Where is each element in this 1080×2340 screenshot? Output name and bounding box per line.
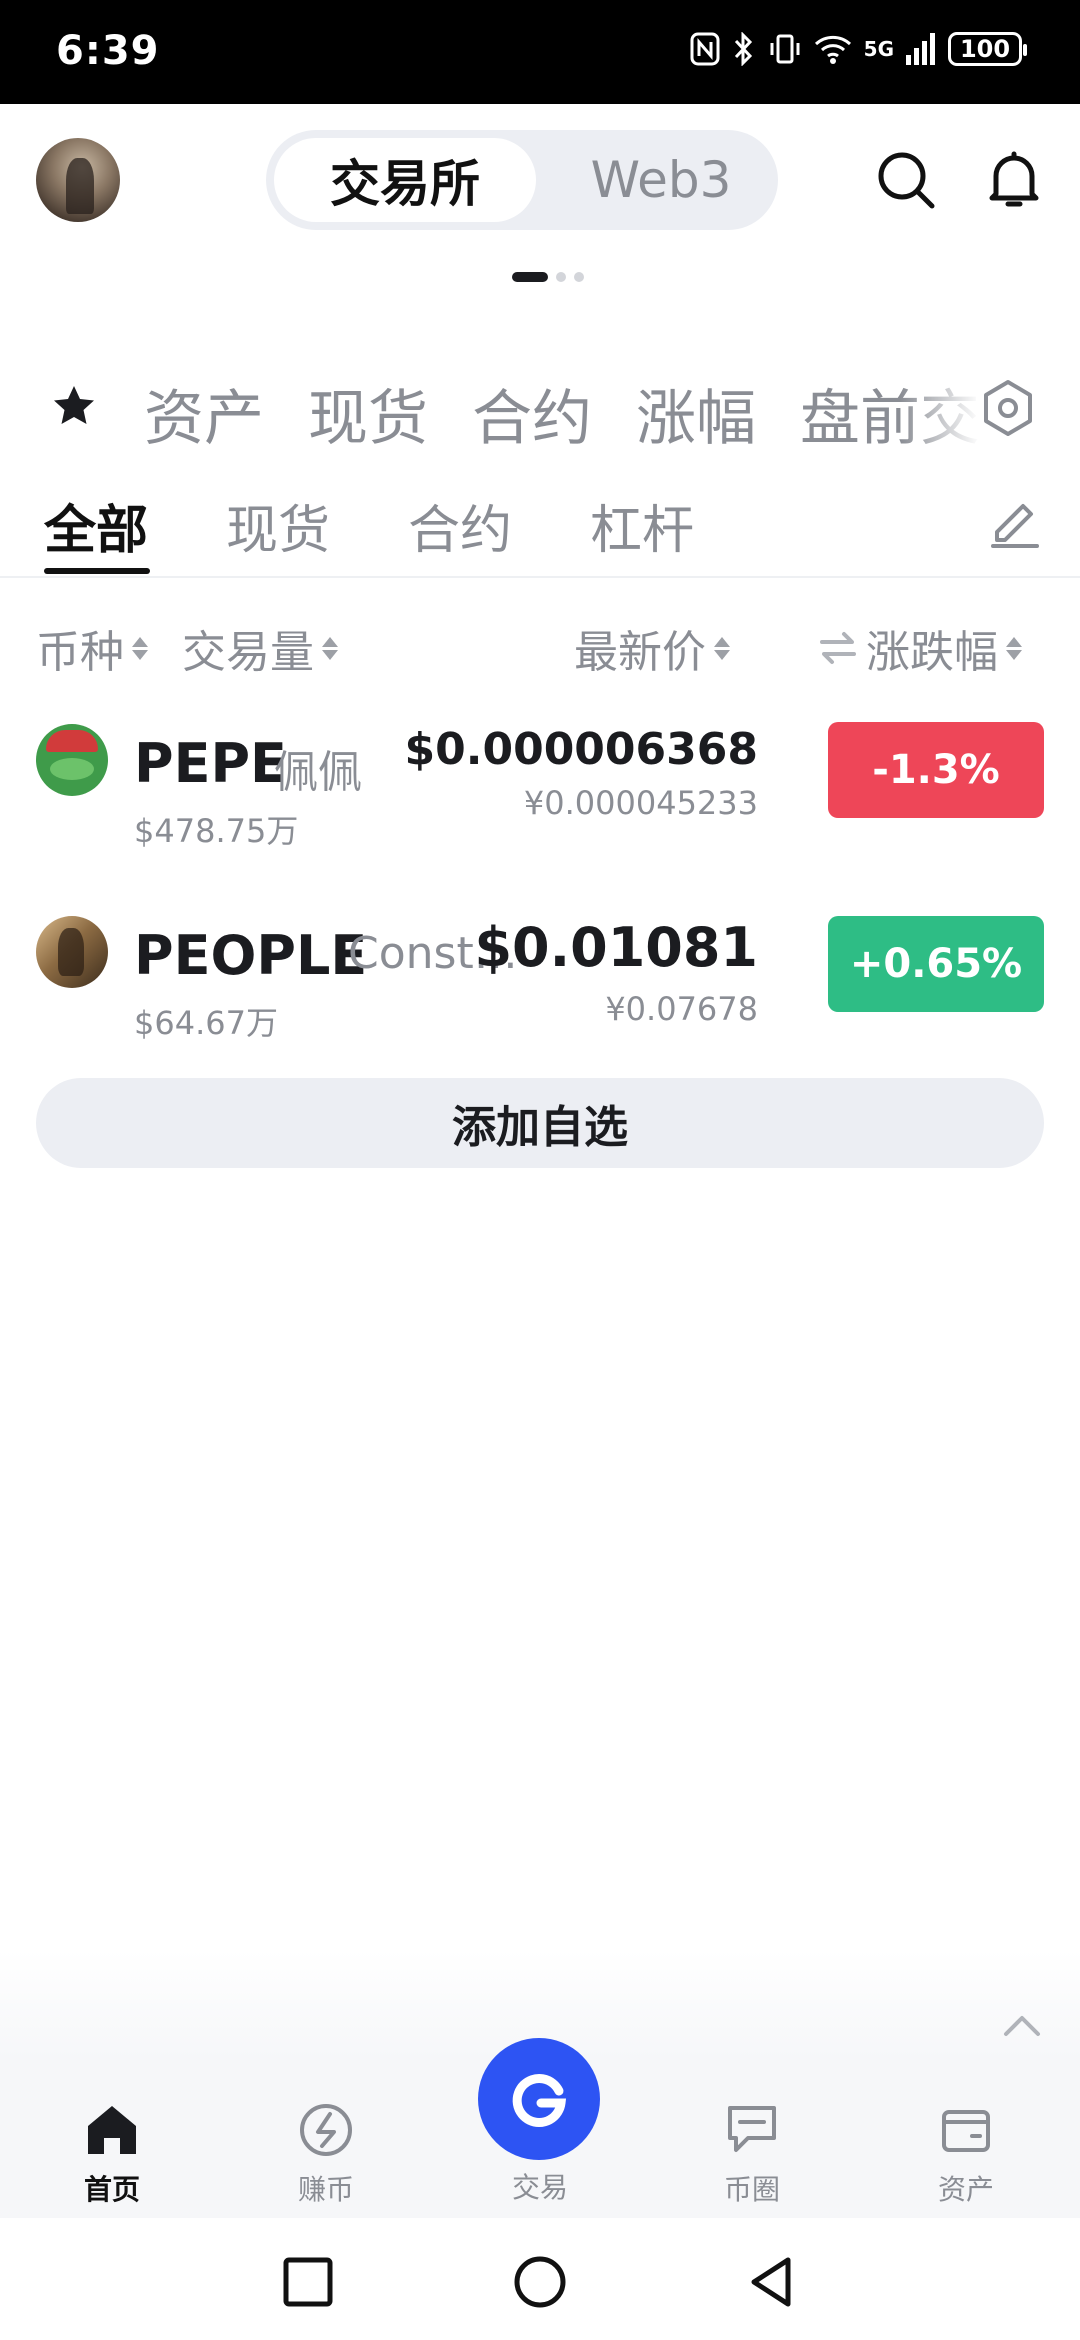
nfc-icon: [690, 32, 720, 66]
home-button-icon[interactable]: [512, 2254, 568, 2310]
trade-button[interactable]: [478, 2038, 600, 2160]
sort-volume[interactable]: 交易量: [182, 616, 338, 680]
active-tab-underline: [44, 568, 150, 574]
star-icon[interactable]: [50, 382, 98, 430]
swap-icon[interactable]: [818, 630, 858, 666]
nav-community[interactable]: 币圈: [682, 2100, 822, 2208]
chevron-up-icon[interactable]: [1002, 2012, 1042, 2038]
battery-indicator: 100: [948, 32, 1027, 66]
sort-arrows-icon: [714, 636, 730, 660]
sort-arrows-icon: [1006, 636, 1022, 660]
back-icon[interactable]: [744, 2254, 800, 2310]
col-volume-label: 交易量: [182, 627, 314, 678]
category-tabs: 资产 现货 合约 涨幅 盘前交: [0, 360, 1080, 454]
coin-price-cny: ¥0.000045233: [523, 784, 758, 822]
sort-arrows-icon: [132, 636, 148, 660]
subtab-futures[interactable]: 合约: [408, 488, 512, 563]
market-row-pepe[interactable]: PEPE 佩佩 $478.75万 $0.000006368 ¥0.0000452…: [0, 700, 1080, 860]
tab-spot[interactable]: 现货: [308, 370, 428, 457]
settings-icon[interactable]: [978, 378, 1038, 438]
bluetooth-icon: [734, 32, 752, 66]
coin-volume: $478.75万: [134, 812, 299, 850]
nav-community-label: 币圈: [723, 2173, 780, 2206]
change-badge[interactable]: -1.3%: [828, 722, 1044, 818]
edit-icon[interactable]: [985, 494, 1043, 552]
coin-volume: $64.67万: [134, 1004, 278, 1042]
nav-earn-label: 赚币: [297, 2173, 354, 2206]
earn-icon: [300, 2104, 352, 2156]
subtab-spot[interactable]: 现货: [226, 488, 330, 563]
coin-symbol: PEOPLE: [134, 924, 368, 987]
market-row-people[interactable]: PEOPLE Const… $64.67万 $0.01081 ¥0.07678 …: [0, 894, 1080, 1054]
wifi-icon: [814, 35, 851, 64]
mode-exchange-tab[interactable]: 交易所: [274, 138, 536, 222]
system-nav: [0, 2218, 1080, 2340]
col-change-label: 涨跌幅: [866, 627, 998, 678]
coin-name: 佩佩: [274, 747, 362, 798]
tabs-fade: [900, 360, 980, 450]
col-coin-label: 币种: [36, 627, 124, 678]
status-time: 6:39: [56, 28, 160, 74]
subtab-all[interactable]: 全部: [44, 488, 148, 563]
pepe-logo-icon: [36, 724, 108, 796]
coin-price-cny: ¥0.07678: [605, 990, 758, 1028]
nav-earn[interactable]: 赚币: [256, 2100, 396, 2208]
tab-gainers[interactable]: 涨幅: [636, 370, 756, 457]
signal-icon: [906, 33, 935, 65]
community-icon: [728, 2106, 776, 2152]
mode-web3-tab[interactable]: Web3: [556, 138, 766, 222]
network-type: 5G: [863, 37, 894, 61]
status-icons: 5G 100: [690, 32, 1027, 66]
nav-home-label: 首页: [83, 2173, 140, 2206]
vibrate-icon: [770, 34, 800, 64]
nav-assets-label: 资产: [937, 2173, 994, 2206]
nav-trade-label: 交易: [511, 2171, 568, 2204]
recents-icon[interactable]: [280, 2254, 336, 2310]
coin-symbol: PEPE: [134, 732, 287, 795]
sort-arrows-icon: [322, 636, 338, 660]
tab-assets[interactable]: 资产: [144, 370, 264, 457]
page-dot: [556, 272, 566, 282]
sort-coin[interactable]: 币种: [36, 616, 148, 680]
wallet-icon: [942, 2110, 990, 2152]
search-icon[interactable]: [874, 148, 938, 212]
page-dot: [512, 272, 548, 282]
col-price-label: 最新价: [574, 627, 706, 678]
coin-price: $0.01081: [474, 916, 758, 979]
trade-icon: [512, 2074, 567, 2127]
add-watchlist-button[interactable]: 添加自选: [36, 1078, 1044, 1168]
nav-assets[interactable]: 资产: [896, 2100, 1036, 2208]
status-bar: 6:39 5G 100: [0, 0, 1080, 104]
tab-futures[interactable]: 合约: [472, 370, 592, 457]
change-badge[interactable]: +0.65%: [828, 916, 1044, 1012]
page-dot: [574, 272, 584, 282]
home-icon: [88, 2106, 136, 2154]
avatar[interactable]: [36, 138, 120, 222]
sort-change[interactable]: 涨跌幅: [818, 616, 1022, 680]
page-indicator: [512, 272, 584, 282]
coin-price: $0.000006368: [404, 724, 758, 775]
bell-icon[interactable]: [982, 148, 1046, 212]
people-logo-icon: [36, 916, 108, 988]
mode-toggle[interactable]: 交易所 Web3: [266, 130, 778, 230]
subtab-margin[interactable]: 杠杆: [590, 488, 694, 563]
sub-tabs: 全部 现货 合约 杠杆: [0, 480, 1080, 578]
sort-price[interactable]: 最新价: [574, 616, 730, 680]
nav-home[interactable]: 首页: [42, 2100, 182, 2208]
